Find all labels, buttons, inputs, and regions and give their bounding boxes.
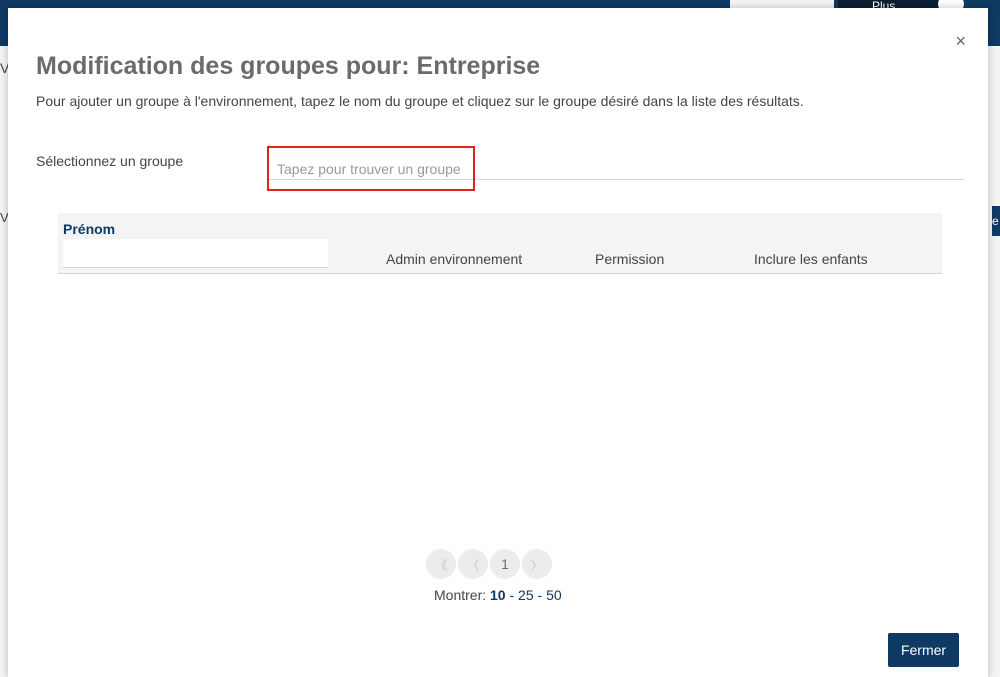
- page-size-25[interactable]: 25: [518, 587, 534, 603]
- next-page-icon[interactable]: 〉: [522, 549, 552, 579]
- previous-page-icon[interactable]: 〈: [458, 549, 488, 579]
- first-page-icon[interactable]: 《: [426, 549, 456, 579]
- edit-groups-modal: × Modification des groupes pour: Entrepr…: [8, 8, 988, 677]
- column-permission[interactable]: Permission: [595, 251, 664, 267]
- page-size-selector: Montrer: 10 - 25 - 50: [434, 587, 562, 603]
- header-search-box: [730, 0, 834, 8]
- modal-description: Pour ajouter un groupe à l'environnement…: [36, 93, 804, 109]
- close-button[interactable]: Fermer: [888, 633, 959, 667]
- column-env-admin[interactable]: Admin environnement: [386, 251, 522, 267]
- column-first-name[interactable]: Prénom: [63, 221, 115, 237]
- background-partial-button: e: [992, 206, 1000, 236]
- close-icon[interactable]: ×: [955, 32, 966, 50]
- page-size-10[interactable]: 10: [490, 587, 506, 603]
- show-label: Montrer:: [434, 587, 487, 603]
- page-size-50[interactable]: 50: [546, 587, 562, 603]
- page-size-separator: -: [505, 587, 519, 603]
- pagination: 《 〈 1 〉: [426, 549, 552, 579]
- column-include-children[interactable]: Inclure les enfants: [754, 251, 868, 267]
- page-size-separator: -: [533, 587, 547, 603]
- group-search-input[interactable]: [267, 146, 475, 191]
- first-name-filter-input[interactable]: [63, 239, 328, 268]
- current-page-button[interactable]: 1: [490, 549, 520, 579]
- modal-title: Modification des groupes pour: Entrepris…: [36, 52, 541, 80]
- select-group-label: Sélectionnez un groupe: [36, 153, 184, 169]
- groups-table-header: Prénom Admin environnement Permission In…: [58, 213, 942, 274]
